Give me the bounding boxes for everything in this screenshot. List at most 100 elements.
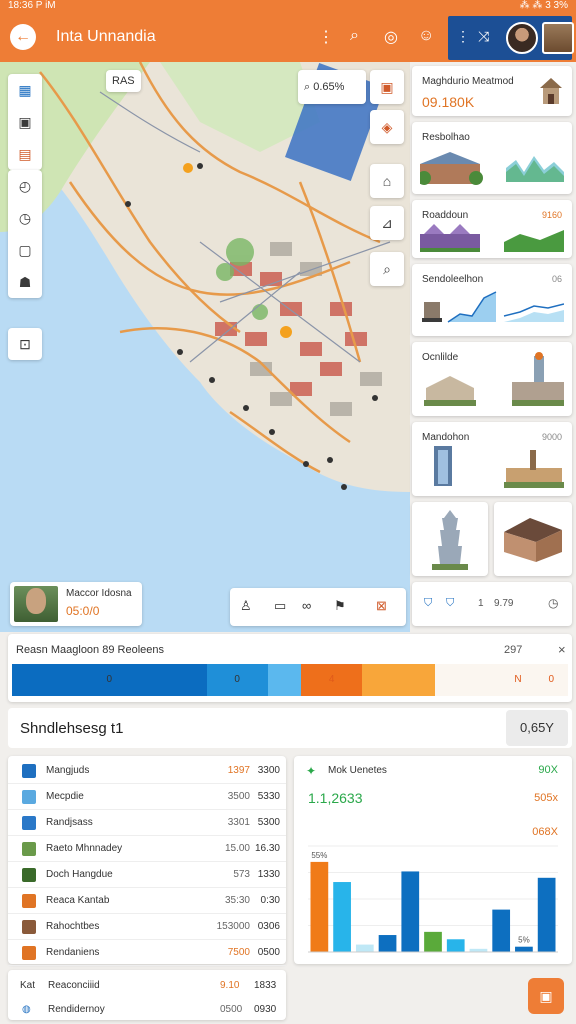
right-card-6[interactable]: Mandohon 9000 xyxy=(412,422,572,496)
chat-icon[interactable]: ◎ xyxy=(384,27,398,47)
map-extra-tools: ⊡ xyxy=(8,328,42,360)
eye-icon[interactable]: ∞ xyxy=(302,598,311,613)
stat-strip[interactable]: ⛉ ⛉ 1 9.79 ◷ xyxy=(412,582,572,626)
profile-box[interactable]: ⋮ ⤨ xyxy=(448,16,574,60)
list-item-name: Reaca Kantab xyxy=(46,895,110,906)
bottom-label: Kat xyxy=(20,980,36,991)
list-item-icon xyxy=(22,894,36,908)
chart-bar[interactable] xyxy=(424,931,442,952)
right-card-4[interactable]: Sendoleelhon 06 xyxy=(412,264,572,336)
list-item[interactable]: Mecpdie 3500 5330 xyxy=(8,784,286,810)
list-item[interactable]: Rahochtbes 153000 0306 xyxy=(8,914,286,940)
bottom-row-a: 9.10 xyxy=(220,980,240,991)
list-item-value-a: 15.00 xyxy=(224,843,250,854)
right-card-5[interactable]: Ocnlilde xyxy=(412,342,572,416)
right-card-8[interactable] xyxy=(494,502,572,576)
person-icon[interactable]: ♙ xyxy=(240,598,252,614)
share-icon[interactable]: ⤨ xyxy=(478,28,489,45)
right-card-7[interactable] xyxy=(412,502,488,576)
zoom-search-icon[interactable]: ⌕ xyxy=(370,252,404,286)
map-view[interactable]: ▦ ▣ ▤ ◴ ◷ ▢ ☗ ⊡ RAS ⌕ 0.65% ▣ ◈ ⌂ ⊿ ⌕ xyxy=(0,62,410,632)
chart-bar[interactable] xyxy=(537,877,556,952)
layers-icon[interactable]: ▦ xyxy=(8,74,42,106)
bottom-row-b: 0930 xyxy=(254,1004,277,1015)
right-card-value: 09.180K xyxy=(422,94,475,110)
search-icon[interactable]: ⌕ xyxy=(350,27,359,45)
list-item-value-a: 35:30 xyxy=(224,895,250,906)
summary-segment[interactable]: 4 xyxy=(301,664,363,696)
status-indicators: ⁂ ⁂ 3 3% xyxy=(519,0,568,11)
chart-bar[interactable] xyxy=(401,871,420,952)
list-item-value-b: 0500 xyxy=(257,947,280,958)
terrain-icon[interactable]: ▤ xyxy=(8,138,42,170)
summary-segment[interactable] xyxy=(267,664,302,696)
list-item[interactable]: Randjsass 3301 5300 xyxy=(8,810,286,836)
app-title: Inta Unnandia xyxy=(56,28,156,45)
notification-icon[interactable]: ☺ xyxy=(418,27,434,45)
home-icon[interactable]: ⌂ xyxy=(370,164,404,198)
summary-segment[interactable]: 0 xyxy=(12,664,207,696)
list-item[interactable]: Reaca Kantab 35:30 0:30 xyxy=(8,888,286,914)
close-icon[interactable]: × xyxy=(558,642,566,657)
satellite-icon[interactable]: ▣ xyxy=(8,106,42,138)
list-item-value-a: 1397 xyxy=(227,765,250,776)
bottom-row-a: 0500 xyxy=(220,1004,243,1015)
shield-icon: ⛉ xyxy=(424,597,433,609)
menu-dots-icon[interactable]: ⋮ xyxy=(456,28,470,45)
compass-icon[interactable]: ⊿ xyxy=(370,206,404,240)
history-icon[interactable]: ◷ xyxy=(8,202,42,234)
map-search-chip[interactable]: ⌕ 0.65% xyxy=(298,70,366,104)
action-button[interactable]: ▣ xyxy=(528,978,564,1014)
list-item-icon xyxy=(22,842,36,856)
map-icon[interactable]: ⊠ xyxy=(376,598,387,614)
list-item-value-b: 0:30 xyxy=(260,895,280,906)
list-item-value-b: 1330 xyxy=(257,869,280,880)
right-card-2[interactable]: Resbolhao xyxy=(412,122,572,194)
right-card-num: 9160 xyxy=(541,210,562,220)
chart-bar[interactable] xyxy=(355,944,374,952)
pet-icon[interactable]: ☗ xyxy=(8,266,42,298)
chart-bar[interactable] xyxy=(446,939,465,952)
summary-segment[interactable] xyxy=(434,664,502,696)
right-card-1[interactable]: Maghdurio Meatmod 09.180K xyxy=(412,66,572,116)
summary-segment[interactable]: 0 xyxy=(206,664,268,696)
chart-bar[interactable] xyxy=(333,882,351,952)
profile-card[interactable]: Maccor Idosna 05:0/0 xyxy=(10,582,142,626)
summary-segment[interactable]: N xyxy=(501,664,535,696)
headline-text: Shndlehsesg t1 xyxy=(20,720,124,737)
locate-icon[interactable]: ◴ xyxy=(8,170,42,202)
bookmark-icon[interactable]: ▢ xyxy=(8,234,42,266)
avatar-secondary[interactable] xyxy=(542,22,574,54)
list-item-name: Mecpdie xyxy=(46,791,84,802)
list-item[interactable]: Doch Hangdue 573 1330 xyxy=(8,862,286,888)
list-item[interactable]: Rendaniens 7500 0500 xyxy=(8,940,286,966)
lock-icon[interactable]: ⊡ xyxy=(8,328,42,360)
chart-bar[interactable] xyxy=(378,935,397,952)
right-card-num: 06 xyxy=(551,274,562,284)
app-bar: 18:36 P iM ⁂ ⁂ 3 3% ← Inta Unnandia ⋮ ⌕ … xyxy=(0,0,576,62)
stat-label-a: 1 xyxy=(478,598,484,609)
summary-segment[interactable] xyxy=(362,664,435,696)
chart-bar[interactable] xyxy=(310,861,329,952)
camera-icon[interactable]: ▭ xyxy=(274,598,286,614)
chart-bar[interactable] xyxy=(492,909,511,952)
flag-icon[interactable]: ⚑ xyxy=(334,598,346,614)
map-scale-chip[interactable]: RAS xyxy=(106,70,141,92)
bar-chart-panel: ✦ Mok Uenetes 90X 1.1,2633 505x 068X 55%… xyxy=(294,756,572,964)
list-item[interactable]: Raeto Mhnnadey 15.00 16.30 xyxy=(8,836,286,862)
more-vert-icon[interactable]: ⋮ xyxy=(318,27,334,47)
headline-badge[interactable]: 0,65Y xyxy=(506,710,568,746)
avatar[interactable] xyxy=(506,22,538,54)
back-button[interactable]: ← xyxy=(10,24,36,50)
chart-bar[interactable] xyxy=(515,946,533,952)
right-card-title: Maghdurio Meatmod xyxy=(422,76,514,87)
stats-list: Mangjuds 1397 3300 Mecpdie 3500 5330 Randjsass… xyxy=(8,756,286,966)
right-card-num: 9000 xyxy=(541,432,562,442)
map-share-icon[interactable]: ▣ xyxy=(370,70,404,104)
list-item-name: Rendaniens xyxy=(46,947,100,958)
summary-segment[interactable]: 0 xyxy=(534,664,568,696)
summary-panel: Reasn Maagloon 89 Reoleens 297 × 004N0 xyxy=(8,634,572,702)
right-card-3[interactable]: Roaddoun 9160 xyxy=(412,200,572,258)
list-item[interactable]: Mangjuds 1397 3300 xyxy=(8,758,286,784)
map-pin-icon[interactable]: ◈ xyxy=(370,110,404,144)
